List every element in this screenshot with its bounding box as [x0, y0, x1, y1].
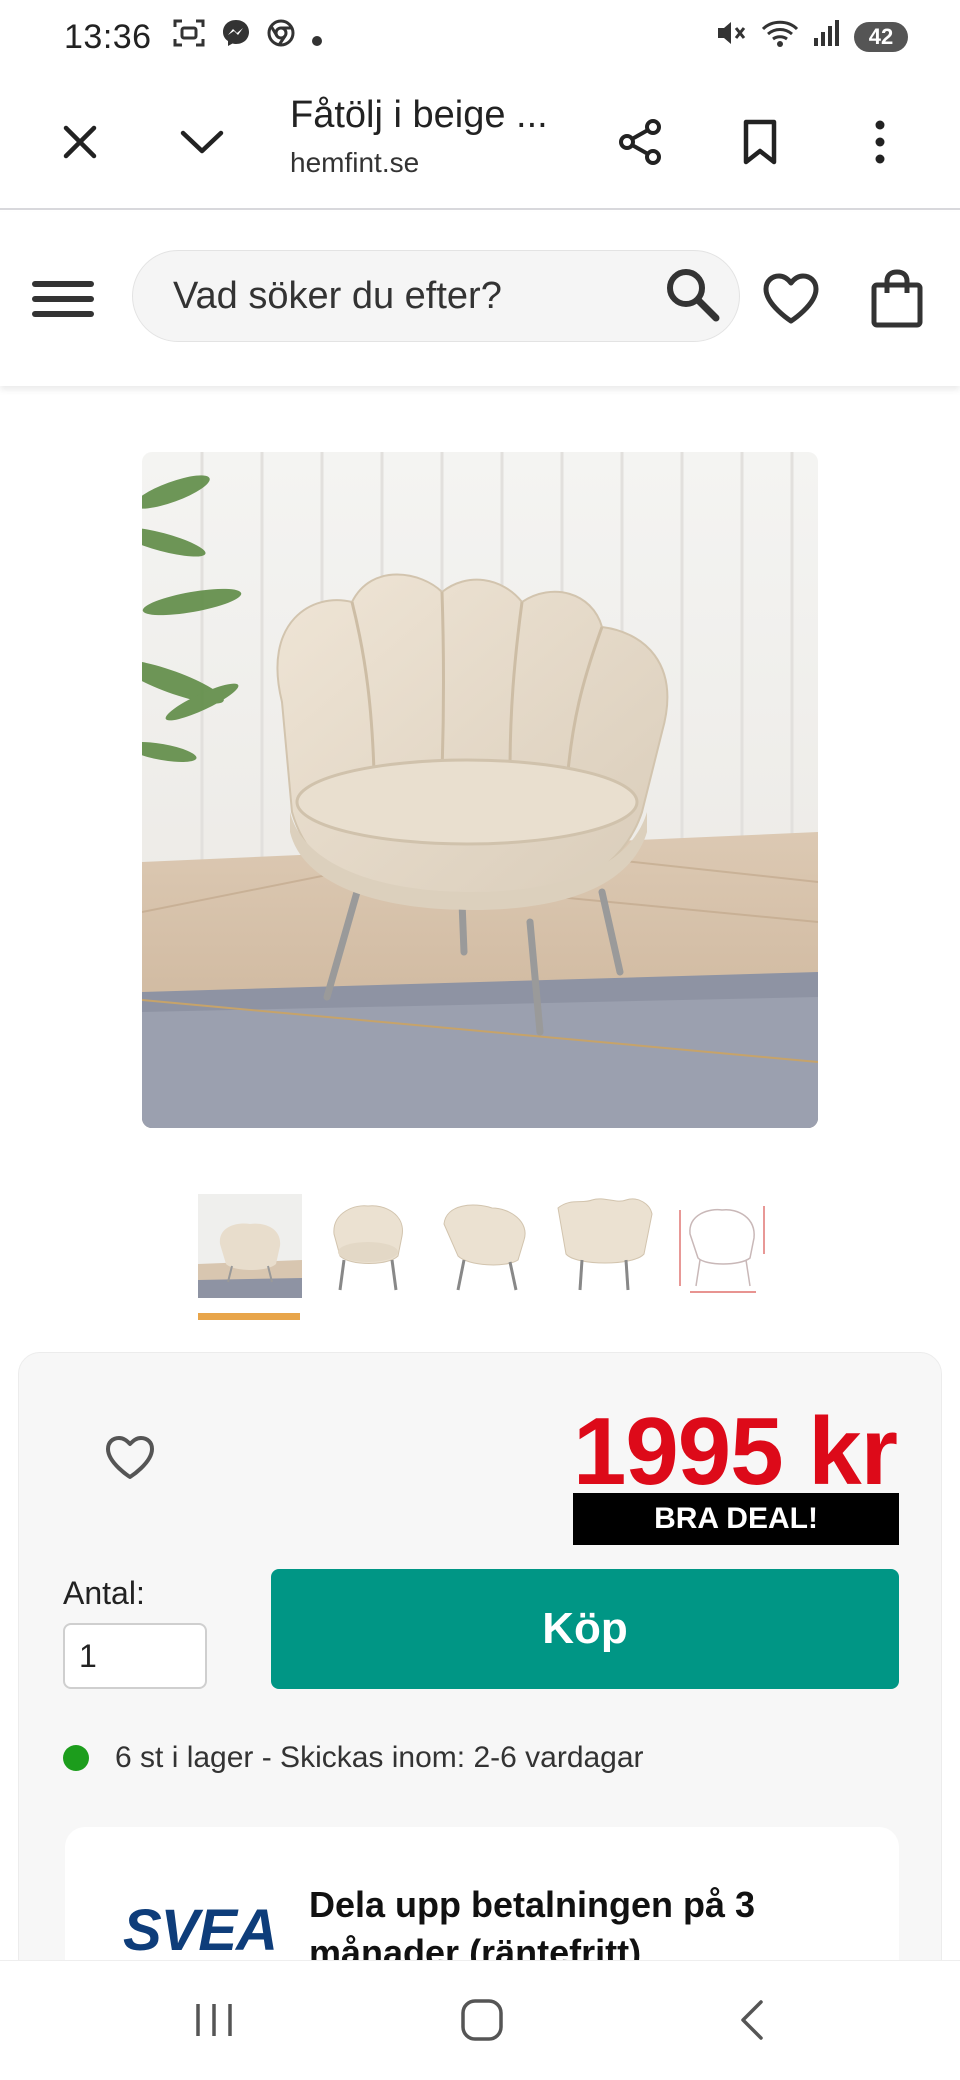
- svea-logo: SVEA: [123, 1898, 278, 1963]
- thumbnail-3[interactable]: [434, 1194, 538, 1298]
- cart-button[interactable]: [860, 262, 934, 336]
- site-header: [0, 212, 960, 386]
- quantity-label: Antal:: [63, 1575, 145, 1611]
- search-box[interactable]: [132, 250, 740, 342]
- more-options-button[interactable]: [840, 102, 920, 182]
- status-time: 13:36: [64, 17, 152, 56]
- bookmark-button[interactable]: [720, 102, 800, 182]
- stock-text: 6 st i lager - Skickas inom: 2-6 vardaga…: [115, 1741, 644, 1774]
- heart-icon: [763, 273, 819, 324]
- tab-url: hemfint.se: [290, 147, 420, 178]
- recent-apps-button[interactable]: [174, 1985, 254, 2055]
- deal-badge: BRA DEAL!: [573, 1493, 899, 1545]
- thumbnail-2[interactable]: [316, 1194, 420, 1298]
- stock-status: 6 st i lager - Skickas inom: 2-6 vardaga…: [63, 1741, 644, 1775]
- quantity-field[interactable]: [63, 1623, 207, 1689]
- share-icon: [619, 119, 661, 165]
- recent-apps-icon: [196, 2004, 232, 2036]
- thumbnail-4[interactable]: [552, 1194, 656, 1298]
- wifi-icon: [760, 17, 800, 58]
- messenger-icon: [220, 17, 252, 58]
- share-button[interactable]: [600, 102, 680, 182]
- close-tab-button[interactable]: [40, 102, 120, 182]
- system-nav-bar: [0, 1960, 960, 2080]
- home-icon: [461, 1999, 503, 2041]
- battery-icon: 42: [854, 22, 908, 52]
- back-icon: [741, 2000, 763, 2040]
- buy-button[interactable]: Köp: [271, 1569, 899, 1689]
- dot-icon: [310, 18, 324, 57]
- back-button[interactable]: [712, 1985, 792, 2055]
- home-button[interactable]: [442, 1985, 522, 2055]
- thumbnail-5[interactable]: [670, 1194, 774, 1298]
- thumbnail-strip: [198, 1194, 774, 1320]
- page: 13:36 42 Fåtölj i beige ... hemfint.se V…: [0, 0, 960, 2080]
- status-system-icons: 42: [714, 17, 908, 58]
- search-icon[interactable]: [662, 264, 722, 329]
- wishlist-button[interactable]: [754, 262, 828, 336]
- status-bar: 13:36 42: [0, 0, 960, 74]
- product-price: 1995 kr: [573, 1398, 898, 1505]
- in-stock-indicator: [63, 1745, 89, 1771]
- product-main-image[interactable]: [142, 452, 818, 1128]
- shopping-bag-icon: [871, 269, 923, 328]
- add-to-wishlist-button[interactable]: [85, 1413, 175, 1503]
- tab-title-area[interactable]: Fåtölj i beige ... hemfint.se: [290, 94, 548, 179]
- hamburger-menu-icon[interactable]: [26, 262, 100, 336]
- mute-icon: [714, 18, 748, 57]
- custom-tab-toolbar: Fåtölj i beige ... hemfint.se: [0, 74, 960, 210]
- heart-icon: [106, 1436, 154, 1479]
- status-notification-icons: [172, 17, 324, 58]
- search-input[interactable]: [173, 274, 662, 318]
- chevron-down-icon: [180, 130, 224, 154]
- bookmark-icon: [743, 119, 777, 165]
- tab-title: Fåtölj i beige ...: [290, 94, 548, 136]
- chrome-icon: [266, 18, 296, 57]
- thumbnail-1[interactable]: [198, 1194, 302, 1320]
- more-vert-icon: [875, 120, 885, 164]
- active-thumbnail-indicator: [198, 1313, 300, 1320]
- close-icon: [63, 125, 97, 159]
- signal-icon: [812, 18, 842, 57]
- minimize-tab-button[interactable]: [162, 102, 242, 182]
- screenshot-icon: [172, 18, 206, 57]
